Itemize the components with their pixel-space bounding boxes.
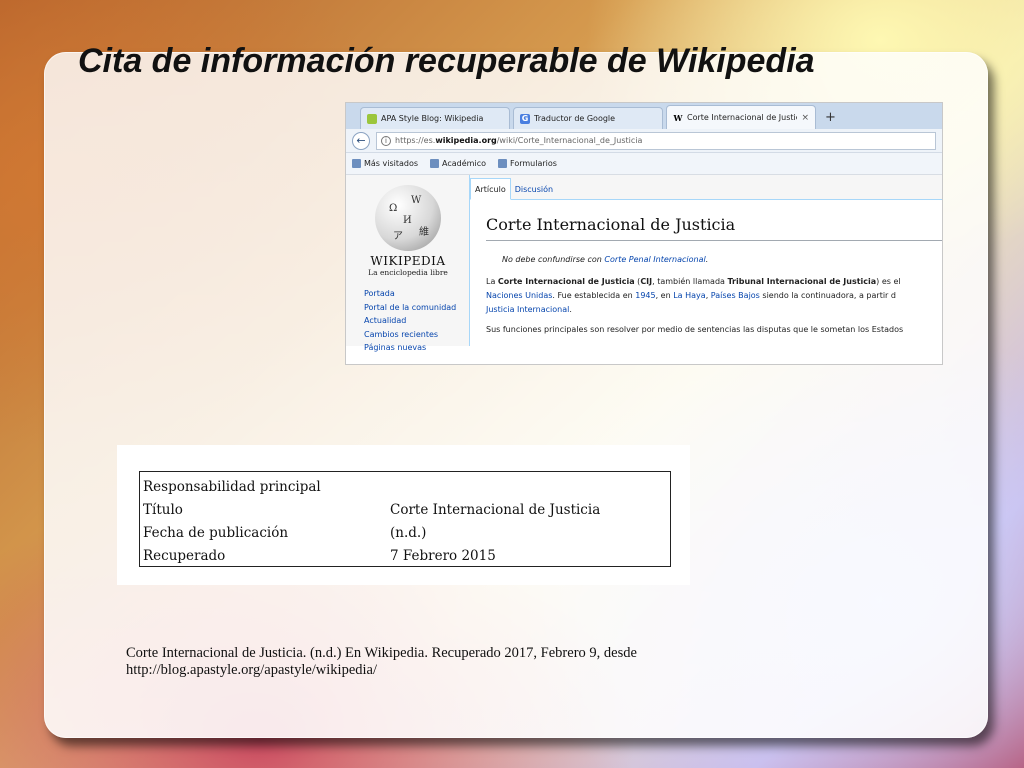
citation-url: http://blog.apastyle.org/apastyle/wikipe…: [126, 662, 378, 678]
tab-label: Traductor de Google: [534, 114, 616, 123]
google-translate-icon: G: [520, 113, 530, 124]
link-paises-bajos[interactable]: Países Bajos: [711, 291, 760, 300]
wikipedia-w-icon: W: [673, 112, 683, 123]
folder-icon: [430, 159, 440, 168]
sidebar-item-portal[interactable]: Portal de la comunidad: [364, 301, 456, 315]
row-key: Fecha de publicación: [143, 524, 289, 541]
wikipedia-sidebar: Portada Portal de la comunidad Actualida…: [364, 287, 456, 355]
paragraph-line-3: Justicia Internacional.: [486, 305, 572, 314]
bookmark-mas-visitados[interactable]: Más visitados: [352, 159, 418, 168]
row-key: Título: [143, 501, 183, 518]
tab-google-translate[interactable]: G Traductor de Google: [513, 107, 663, 129]
row-value: (n.d.): [390, 524, 427, 541]
sidebar-item-cambios[interactable]: Cambios recientes: [364, 328, 456, 342]
url-text: https://es.wikipedia.org/wiki/Corte_Inte…: [395, 136, 643, 145]
table-row: Título Corte Internacional de Justicia: [143, 498, 670, 521]
bookmark-icon: [352, 159, 361, 168]
paragraph-line-1: La Corte Internacional de Justicia (CIJ,…: [486, 277, 901, 286]
table-row: Recuperado 7 Febrero 2015: [143, 544, 670, 567]
title-divider: [486, 240, 942, 241]
wikipedia-globe-icon: Ω W И 維 ア: [375, 185, 441, 251]
row-key: Responsabilidad principal: [143, 478, 321, 495]
link-1945[interactable]: 1945: [635, 291, 655, 300]
hatnote-link[interactable]: Corte Penal Internacional: [604, 255, 705, 264]
article-content: Artículo Discusión Corte Internacional d…: [469, 175, 942, 346]
article-title: Corte Internacional de Justicia: [486, 215, 736, 234]
link-justicia-internacional[interactable]: Justicia Internacional: [486, 305, 569, 314]
new-tab-button[interactable]: +: [825, 110, 836, 129]
back-arrow-icon: ←: [356, 134, 366, 147]
link-naciones-unidas[interactable]: Naciones Unidas: [486, 291, 552, 300]
table-row: Fecha de publicación (n.d.): [143, 521, 670, 544]
info-icon[interactable]: i: [381, 135, 391, 146]
citation-line-1: Corte Internacional de Justicia. (n.d.) …: [126, 645, 637, 661]
row-key: Recuperado: [143, 547, 226, 564]
tab-label: APA Style Blog: Wikipedia: [381, 114, 484, 123]
close-tab-icon[interactable]: ×: [801, 113, 809, 123]
back-button[interactable]: ←: [352, 131, 370, 150]
browser-screenshot: APA Style Blog: Wikipedia G Traductor de…: [345, 102, 943, 365]
tab-articulo[interactable]: Artículo: [470, 178, 511, 200]
bookmark-formularios[interactable]: Formularios: [498, 159, 557, 168]
bookmarks-toolbar: Más visitados Académico Formularios: [346, 153, 942, 175]
reference-table-card: Responsabilidad principal Título Corte I…: [117, 445, 690, 585]
table-row: Responsabilidad principal: [143, 475, 670, 498]
sidebar-item-portada[interactable]: Portada: [364, 287, 456, 301]
wikipedia-logo[interactable]: Ω W И 維 ア WIKIPEDIA La enciclopedia libr…: [368, 185, 448, 277]
row-value: Corte Internacional de Justicia: [390, 501, 601, 518]
hatnote: No debe confundirse con Corte Penal Inte…: [502, 255, 709, 264]
page-tabs: Artículo Discusión: [470, 175, 942, 200]
slide-title: Cita de información recuperable de Wikip…: [78, 42, 815, 80]
row-value: 7 Febrero 2015: [390, 547, 496, 564]
sidebar-item-actualidad[interactable]: Actualidad: [364, 314, 456, 328]
wikipedia-page: Ω W И 維 ア WIKIPEDIA La enciclopedia libr…: [346, 175, 942, 352]
navigation-bar: ← i https://es.wikipedia.org/wiki/Corte_…: [346, 129, 942, 153]
tab-wikipedia[interactable]: W Corte Internacional de Justici... ×: [666, 105, 816, 129]
wikipedia-wordmark: WIKIPEDIA: [370, 254, 446, 268]
paragraph-line-2: Naciones Unidas. Fue establecida en 1945…: [486, 291, 896, 300]
citation-text: Corte Internacional de Justicia. (n.d.) …: [126, 645, 726, 679]
tab-discusion[interactable]: Discusión: [511, 185, 557, 199]
apa-favicon-icon: [367, 113, 377, 124]
link-la-haya[interactable]: La Haya: [673, 291, 705, 300]
wikipedia-tagline: La enciclopedia libre: [368, 268, 448, 277]
tab-apa-style-blog[interactable]: APA Style Blog: Wikipedia: [360, 107, 510, 129]
tab-label: Corte Internacional de Justici...: [687, 113, 797, 122]
reference-table: Responsabilidad principal Título Corte I…: [139, 471, 671, 567]
browser-tab-bar: APA Style Blog: Wikipedia G Traductor de…: [346, 103, 942, 129]
folder-icon: [498, 159, 507, 168]
bookmark-academico[interactable]: Académico: [430, 159, 486, 168]
sidebar-item-paginas-nuevas[interactable]: Páginas nuevas: [364, 341, 456, 355]
address-bar[interactable]: i https://es.wikipedia.org/wiki/Corte_In…: [376, 131, 936, 150]
paragraph-line-4: Sus funciones principales son resolver p…: [486, 325, 904, 334]
